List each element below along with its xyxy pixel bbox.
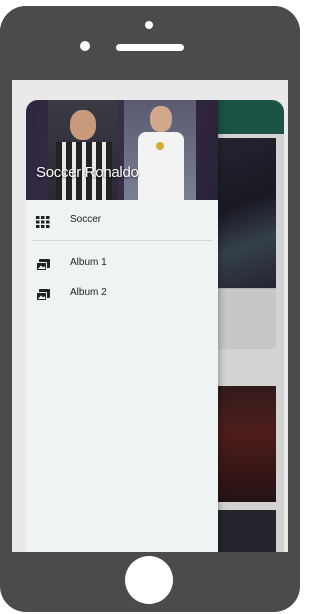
menu-item-label: Album 2 [70,287,107,298]
phone-top-bezel [0,6,300,80]
photo-album-icon [36,288,50,301]
menu-item-label: Album 1 [70,257,107,268]
menu-item-album-2[interactable]: Album 2 [26,279,218,309]
menu-divider [32,240,212,241]
header-photo [124,100,196,200]
app-window: Soccer Ronaldo Soccer Album 1 Album 2 [26,100,284,552]
drawer-header: Soccer Ronaldo [26,100,218,200]
speaker-icon [116,44,184,51]
sensor-icon [80,41,90,51]
navigation-drawer: Soccer Ronaldo Soccer Album 1 Album 2 [26,100,218,552]
drawer-header-title: Soccer Ronaldo [36,164,139,181]
menu-item-album-1[interactable]: Album 1 [26,249,218,279]
phone-frame: Soccer Ronaldo Soccer Album 1 Album 2 [0,6,300,612]
menu-item-soccer[interactable]: Soccer [26,206,218,236]
camera-icon [145,21,153,29]
phone-bottom-bezel [0,552,300,612]
menu-item-label: Soccer [70,214,102,225]
home-button[interactable] [125,556,173,604]
drawer-menu: Soccer Album 1 Album 2 [26,200,218,309]
photo-album-icon [36,258,50,271]
header-photo [48,100,118,200]
grid-icon [36,215,50,228]
screen: Soccer Ronaldo Soccer Album 1 Album 2 [12,80,288,552]
